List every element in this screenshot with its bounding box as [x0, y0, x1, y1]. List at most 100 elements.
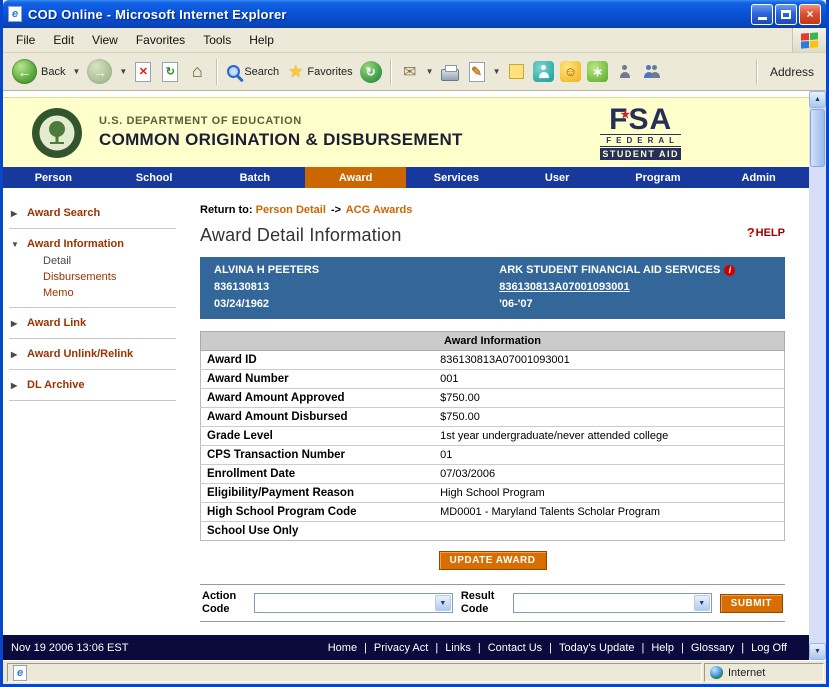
scroll-down-button[interactable]: ▼	[809, 643, 826, 660]
tab-services[interactable]: Services	[406, 167, 507, 188]
forward-button[interactable]: →	[84, 57, 115, 86]
security-zone-label: Internet	[728, 667, 765, 679]
sidebar-subitem-detail[interactable]: Detail	[3, 253, 188, 269]
tab-program[interactable]: Program	[608, 167, 709, 188]
info-icon[interactable]: i	[724, 265, 735, 276]
discuss-button[interactable]	[505, 59, 529, 85]
person-dob: 03/24/1962	[214, 296, 499, 313]
forward-dropdown-icon[interactable]: ▼	[118, 67, 128, 76]
back-dropdown-icon[interactable]: ▼	[71, 67, 81, 76]
dropdown-arrow-icon: ▼	[435, 595, 451, 611]
tab-batch[interactable]: Batch	[205, 167, 306, 188]
award-info-table-header: Award Information	[201, 332, 785, 351]
footer-link-todays-update[interactable]: Today's Update	[559, 642, 634, 654]
mail-dropdown-icon[interactable]: ▼	[425, 67, 435, 76]
sidebar-item-dl-archive[interactable]: ▶ DL Archive	[3, 376, 188, 394]
footer-link-log-off[interactable]: Log Off	[751, 642, 787, 654]
table-row: Award ID 836130813A07001093001	[201, 351, 785, 370]
windows-logo	[792, 28, 826, 52]
sidebar-item-award-link[interactable]: ▶ Award Link	[3, 314, 188, 332]
sidebar-subitem-disbursements[interactable]: Disbursements	[3, 269, 188, 285]
award-id-link[interactable]: 836130813A07001093001	[499, 279, 771, 296]
action-code-label: Action Code	[202, 590, 246, 616]
footer-link-links[interactable]: Links	[445, 642, 471, 654]
menu-view[interactable]: View	[83, 29, 127, 51]
footer-link-help[interactable]: Help	[651, 642, 674, 654]
internet-globe-icon	[710, 666, 723, 679]
search-button[interactable]: Search	[224, 63, 282, 80]
minimize-button[interactable]	[751, 4, 773, 25]
favorites-star-icon: ★	[288, 62, 303, 82]
history-button[interactable]: ↻	[359, 59, 383, 85]
stop-button[interactable]: ✕	[131, 59, 155, 85]
tab-user[interactable]: User	[507, 167, 608, 188]
close-button[interactable]: ×	[799, 4, 821, 25]
vertical-scrollbar[interactable]: ▲ ▼	[809, 91, 826, 660]
footer-link-privacy-act[interactable]: Privacy Act	[374, 642, 428, 654]
icq-button[interactable]: ∗	[586, 59, 610, 85]
award-info-table: Award Information Award ID 836130813A070…	[200, 331, 785, 541]
tab-admin[interactable]: Admin	[708, 167, 809, 188]
menu-favorites[interactable]: Favorites	[127, 29, 194, 51]
refresh-button[interactable]: ↻	[158, 59, 182, 85]
toolbar-separator	[390, 59, 391, 85]
dept-education-seal-icon	[31, 107, 83, 159]
menu-edit[interactable]: Edit	[44, 29, 83, 51]
tab-school[interactable]: School	[104, 167, 205, 188]
footer-timestamp: Nov 19 2006 13:06 EST	[11, 642, 128, 654]
print-button[interactable]	[438, 59, 462, 85]
table-row: Award Amount Disbursed $750.00	[201, 408, 785, 427]
action-code-select[interactable]: ▼	[254, 593, 453, 613]
messenger-button[interactable]	[532, 59, 556, 85]
status-main-panel: e	[7, 663, 702, 682]
scrollbar-track[interactable]	[809, 108, 826, 643]
collapsed-arrow-icon: ▶	[11, 319, 20, 328]
footer-link-home[interactable]: Home	[328, 642, 357, 654]
back-icon: ←	[12, 59, 37, 84]
contacts-button[interactable]	[640, 59, 664, 85]
footer-separator: |	[681, 642, 684, 654]
address-bar-label[interactable]: Address	[764, 65, 820, 79]
title-bar: e COD Online - Microsoft Internet Explor…	[3, 0, 826, 28]
fsa-star-icon: ★	[620, 102, 631, 129]
back-button[interactable]: ← Back	[9, 57, 68, 86]
yahoo-messenger-button[interactable]: ☺	[559, 59, 583, 85]
maximize-button[interactable]	[775, 4, 797, 25]
help-link[interactable]: ? HELP	[747, 225, 785, 240]
tab-person[interactable]: Person	[3, 167, 104, 188]
expanded-arrow-icon: ▼	[11, 240, 20, 249]
breadcrumb-acg-awards-link[interactable]: ACG Awards	[346, 204, 413, 216]
menu-tools[interactable]: Tools	[194, 29, 240, 51]
sidebar-item-award-search[interactable]: ▶ Award Search	[3, 204, 188, 222]
person-button[interactable]	[613, 59, 637, 85]
footer-link-contact-us[interactable]: Contact Us	[488, 642, 542, 654]
sidebar-item-award-unlink-relink[interactable]: ▶ Award Unlink/Relink	[3, 345, 188, 363]
menu-bar: File Edit View Favorites Tools Help	[3, 28, 826, 53]
update-award-button[interactable]: UPDATE AWARD	[439, 551, 547, 570]
school-name: ARK STUDENT FINANCIAL AID SERVICES	[499, 264, 720, 276]
mail-button[interactable]: ✉	[398, 59, 422, 85]
scroll-up-button[interactable]: ▲	[809, 91, 826, 108]
table-row: Award Number 001	[201, 370, 785, 389]
favorites-button[interactable]: ★ Favorites	[285, 60, 356, 84]
footer-link-glossary[interactable]: Glossary	[691, 642, 734, 654]
menu-help[interactable]: Help	[240, 29, 283, 51]
edit-button[interactable]: ✎	[465, 59, 489, 85]
forward-icon: →	[87, 59, 112, 84]
person-name: ALVINA H PEETERS	[214, 262, 499, 279]
table-row: High School Program Code MD0001 - Maryla…	[201, 503, 785, 522]
sidebar-subitem-memo[interactable]: Memo	[3, 285, 188, 301]
tab-award[interactable]: Award	[305, 167, 406, 188]
scrollbar-thumb[interactable]	[810, 109, 825, 167]
home-button[interactable]: ⌂	[185, 59, 209, 85]
breadcrumb-person-detail-link[interactable]: Person Detail	[256, 204, 326, 216]
status-bar: e Internet	[3, 660, 826, 684]
status-zone-panel: Internet	[704, 663, 824, 682]
breadcrumb-separator: ->	[329, 204, 343, 216]
menu-file[interactable]: File	[7, 29, 44, 51]
result-code-select[interactable]: ▼	[513, 593, 712, 613]
sidebar-item-award-information[interactable]: ▼ Award Information	[3, 235, 188, 253]
status-page-icon: e	[13, 665, 27, 681]
edit-dropdown-icon[interactable]: ▼	[492, 67, 502, 76]
submit-button[interactable]: SUBMIT	[720, 594, 783, 613]
